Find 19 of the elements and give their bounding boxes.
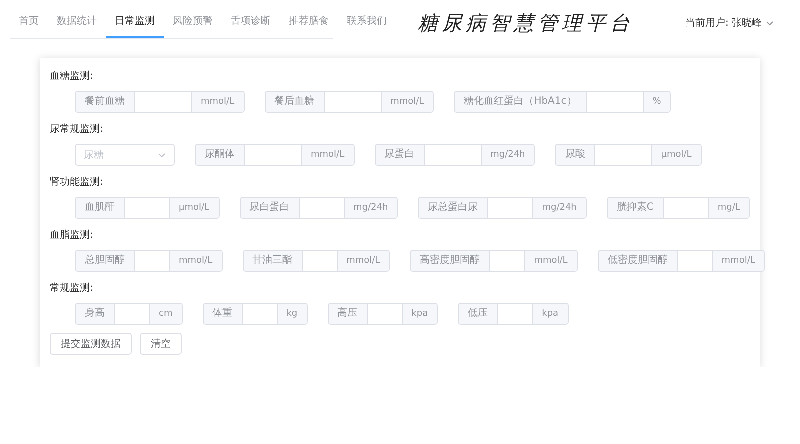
section-title: 常规监测: bbox=[50, 282, 94, 296]
section-title: 血糖监测: bbox=[50, 70, 94, 84]
section-title: 血脂监测: bbox=[50, 228, 94, 243]
nav-tab[interactable]: 舌项诊断 bbox=[222, 10, 280, 38]
select-field[interactable]: 尿糖 bbox=[75, 144, 175, 166]
nav-tab[interactable]: 日常监测 bbox=[106, 10, 164, 38]
nav-tab[interactable]: 数据统计 bbox=[48, 10, 106, 38]
platform-title: 糖尿病智慧管理平台 bbox=[418, 10, 634, 37]
section-title: 肾功能监测: bbox=[50, 176, 104, 190]
caret-icon bbox=[158, 152, 166, 158]
nav-tab[interactable]: 首页 bbox=[10, 10, 48, 38]
user-menu[interactable]: 当前用户: 张晓峰 bbox=[685, 16, 774, 30]
section-title: 尿常规监测: bbox=[50, 122, 104, 137]
nav-tab[interactable]: 风险预警 bbox=[164, 10, 222, 38]
caret-icon bbox=[766, 20, 774, 26]
nav-tab[interactable]: 推荐膳食 bbox=[280, 10, 338, 38]
submit-button[interactable]: 提交监测数据 bbox=[50, 333, 132, 355]
nav-tab[interactable]: 联系我们 bbox=[338, 10, 396, 38]
clear-button[interactable]: 清空 bbox=[140, 333, 182, 355]
